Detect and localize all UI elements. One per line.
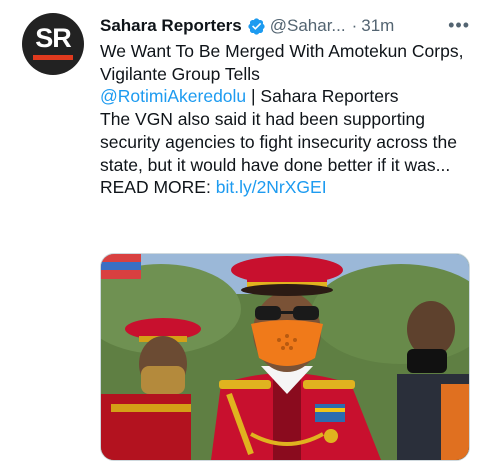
- tweet-card[interactable]: SR Sahara Reporters @Sahar... · 31m ••• …: [0, 0, 490, 461]
- mention-suffix: | Sahara Reporters: [246, 86, 399, 107]
- separator-dot: ·: [351, 16, 358, 35]
- author-name[interactable]: Sahara Reporters: [100, 16, 242, 36]
- avatar-underline: [33, 54, 73, 60]
- tweet-text: We Want To Be Merged With Amotekun Corps…: [100, 40, 475, 199]
- tweet-timestamp[interactable]: 31m: [361, 16, 394, 36]
- mention-link[interactable]: @RotimiAkeredolu: [100, 86, 246, 106]
- verified-badge-icon: [248, 17, 265, 35]
- photo-officials-in-uniform: [101, 254, 469, 460]
- read-more-line: READ MORE: bit.ly/2NrXGEI: [100, 176, 475, 199]
- tweet-summary: The VGN also said it had been supporting…: [100, 109, 457, 175]
- tweet-media-image[interactable]: [100, 253, 470, 461]
- avatar[interactable]: SR: [22, 13, 84, 75]
- avatar-initials: SR: [35, 22, 72, 53]
- read-more-label: READ MORE:: [100, 177, 216, 198]
- more-horizontal-icon[interactable]: •••: [448, 16, 470, 34]
- author-handle[interactable]: @Sahar...: [270, 16, 346, 36]
- tweet-mention-line: @RotimiAkeredolu | Sahara Reporters: [100, 85, 475, 108]
- tweet-header: Sahara Reporters @Sahar... · 31m •••: [100, 14, 480, 38]
- read-more-link[interactable]: bit.ly/2NrXGEI: [216, 177, 327, 197]
- tweet-headline: We Want To Be Merged With Amotekun Corps…: [100, 41, 464, 84]
